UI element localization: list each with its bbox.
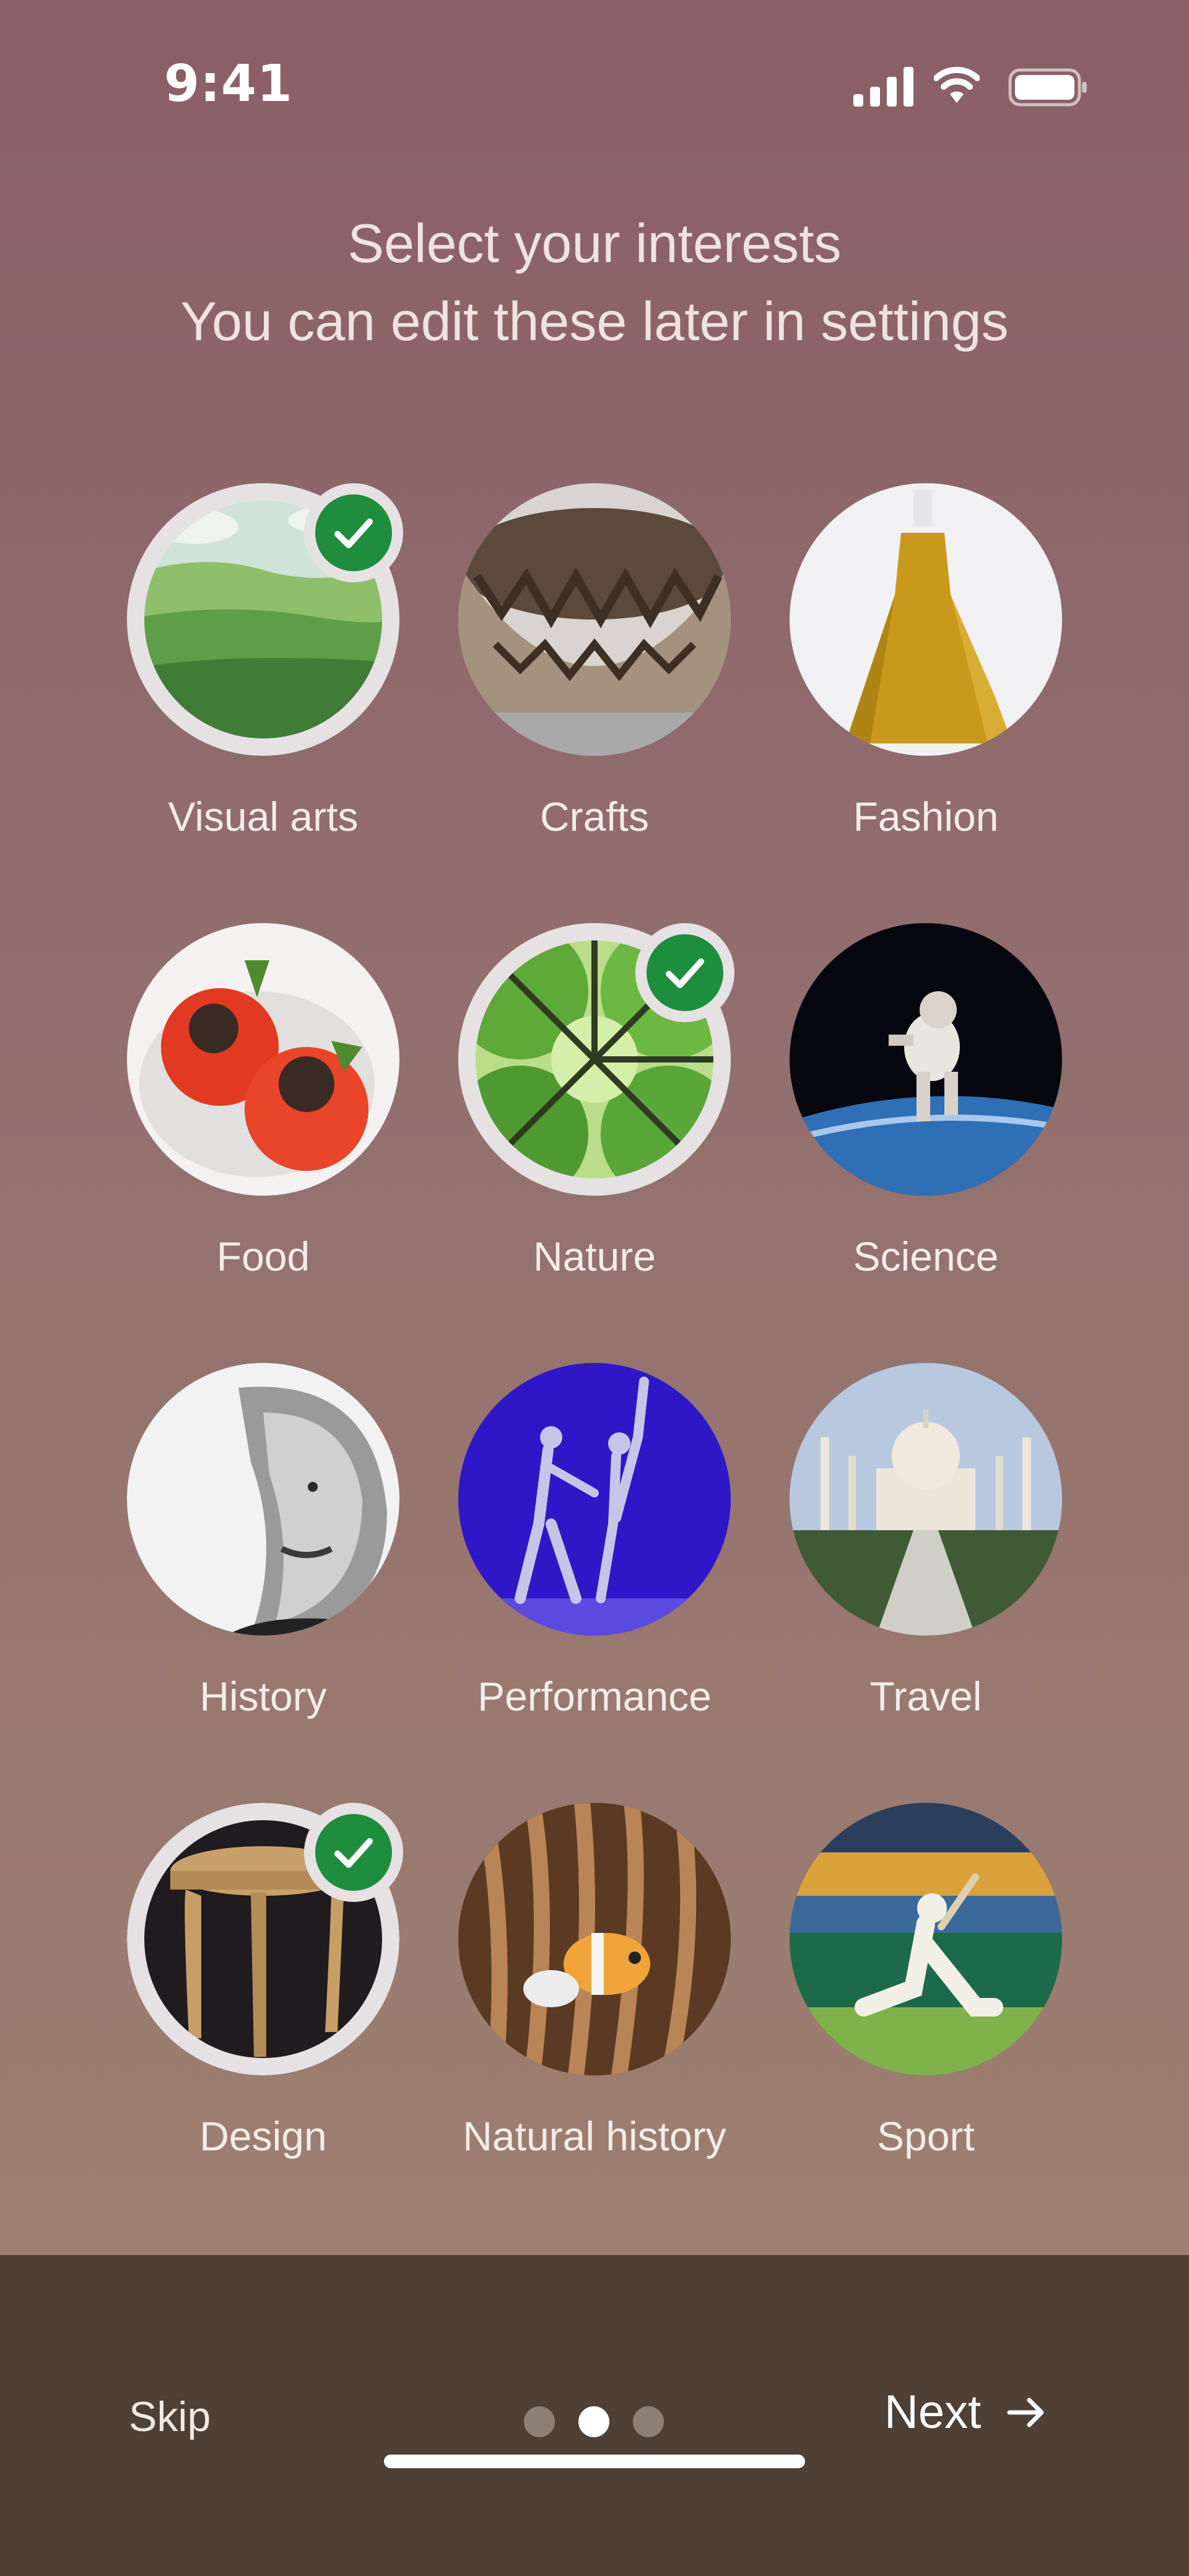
interest-label: Performance <box>477 1673 712 1719</box>
page-dot <box>524 2406 555 2437</box>
battery-icon <box>1008 68 1087 107</box>
interest-toggle[interactable] <box>127 1363 399 1636</box>
selected-check-icon <box>635 923 734 1022</box>
skip-button[interactable]: Skip <box>129 2393 211 2441</box>
page-header: Select your interests You can edit these… <box>0 204 1189 361</box>
interest-label: Travel <box>869 1673 982 1719</box>
page-subtitle: You can edit these later in settings <box>180 291 1009 352</box>
carved-bowl-icon <box>458 483 731 756</box>
interest-toggle[interactable] <box>790 923 1062 1196</box>
interest-label: Fashion <box>853 794 999 839</box>
selected-check-icon <box>304 483 403 582</box>
interest-toggle[interactable] <box>127 923 399 1196</box>
portrait-face-icon <box>127 1363 399 1636</box>
interest-label: History <box>199 1673 327 1719</box>
interest-item-history[interactable]: History <box>90 1363 437 1766</box>
interest-image <box>127 1363 399 1636</box>
interest-label: Nature <box>533 1233 656 1279</box>
interest-item-food[interactable]: Food <box>90 923 437 1326</box>
interest-item-natural-history[interactable]: Natural history <box>421 1803 768 2206</box>
interest-item-performance[interactable]: Performance <box>421 1363 768 1766</box>
interest-image <box>458 483 731 756</box>
selected-check-icon <box>304 1803 403 1902</box>
astronaut-icon <box>790 923 1062 1196</box>
interest-item-design[interactable]: Design <box>90 1803 437 2206</box>
interest-label: Crafts <box>539 794 650 839</box>
page-dot-active <box>578 2406 609 2437</box>
page-dot <box>633 2406 664 2437</box>
interest-label: Natural history <box>463 2113 726 2159</box>
interest-image <box>127 923 399 1196</box>
ballet-dancers-icon <box>458 1363 731 1636</box>
interest-image <box>790 923 1062 1196</box>
interest-item-visual-arts[interactable]: Visual arts <box>90 483 437 886</box>
yellow-gown-icon <box>790 483 1062 756</box>
interest-item-fashion[interactable]: Fashion <box>752 483 1099 886</box>
arrow-right-icon <box>1007 2398 1044 2427</box>
interest-toggle[interactable] <box>790 1363 1062 1636</box>
clownfish-anemone-icon <box>458 1803 731 2075</box>
interest-item-nature[interactable]: Nature <box>421 923 768 1326</box>
interest-toggle[interactable] <box>127 483 403 756</box>
interest-image <box>458 1803 731 2075</box>
interest-label: Design <box>199 2113 327 2159</box>
status-time: 9:41 <box>164 55 293 113</box>
interest-label: Food <box>216 1233 310 1279</box>
interest-grid: Visual arts Crafts Fashion Food Nature S… <box>0 483 1189 2206</box>
next-button[interactable]: Next <box>884 2385 1048 2439</box>
interest-toggle[interactable] <box>458 483 731 756</box>
interest-toggle[interactable] <box>790 483 1062 756</box>
interest-toggle[interactable] <box>458 1363 731 1636</box>
interest-item-crafts[interactable]: Crafts <box>421 483 768 886</box>
interest-toggle[interactable] <box>127 1803 403 2075</box>
interest-label: Science <box>853 1233 999 1279</box>
interest-toggle[interactable] <box>458 1803 731 2075</box>
taj-mahal-icon <box>790 1363 1062 1636</box>
home-indicator <box>384 2455 805 2468</box>
interest-toggle[interactable] <box>790 1803 1062 2075</box>
wifi-icon <box>934 66 980 103</box>
status-bar: 9:41 <box>0 0 1189 180</box>
interest-image <box>790 483 1062 756</box>
cricket-batsman-icon <box>790 1803 1062 2075</box>
interest-toggle[interactable] <box>458 923 734 1196</box>
bottom-navigation-bar: Skip Next <box>0 2255 1189 2576</box>
interest-label: Sport <box>877 2113 975 2159</box>
page-indicator <box>524 2404 666 2438</box>
interest-image <box>790 1803 1062 2075</box>
interest-item-science[interactable]: Science <box>752 923 1099 1326</box>
interest-image <box>458 1363 731 1636</box>
interest-image <box>790 1363 1062 1636</box>
interest-item-sport[interactable]: Sport <box>752 1803 1099 2206</box>
interest-label: Visual arts <box>168 794 359 839</box>
stuffed-tomatoes-icon <box>127 923 399 1196</box>
page-title: Select your interests <box>347 212 842 274</box>
cellular-signal-icon <box>853 67 913 107</box>
next-label: Next <box>884 2386 982 2438</box>
interest-item-travel[interactable]: Travel <box>752 1363 1099 1766</box>
